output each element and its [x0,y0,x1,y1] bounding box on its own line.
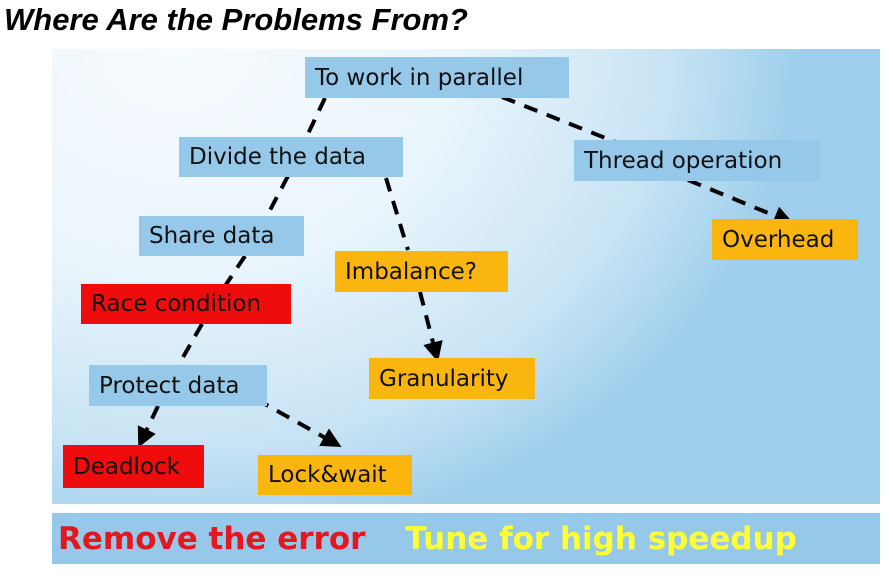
edge-imbalance-granularity [418,291,443,362]
edge-thread-overhead [687,178,794,226]
edge-divide-imbalance [384,177,410,251]
edge-parallel-divide [304,97,327,139]
node-imbalance: Imbalance? [335,251,508,292]
node-divide-the-data: Divide the data [179,137,403,177]
edge-protect-deadlock [137,405,160,448]
tune-speedup-text: Tune for high speedup [405,520,797,557]
edge-protect-lockwait [255,397,342,447]
edge-share-race [223,254,247,288]
summary-bar: Remove the error Tune for high speedup [52,513,880,564]
edge-race-protect [176,323,204,367]
node-granularity: Granularity [369,358,535,399]
remove-error-text: Remove the error [58,520,366,557]
node-thread-operation: Thread operation [574,140,820,181]
node-to-work-in-parallel: To work in parallel [305,57,569,98]
node-lock-and-wait: Lock&wait [258,455,412,495]
node-race-condition: Race condition [81,284,291,324]
node-overhead: Overhead [712,219,858,260]
node-deadlock: Deadlock [63,445,204,488]
node-protect-data: Protect data [89,365,267,406]
edge-divide-share [266,175,290,215]
edge-parallel-thread [501,95,619,145]
node-share-data: Share data [139,216,304,256]
